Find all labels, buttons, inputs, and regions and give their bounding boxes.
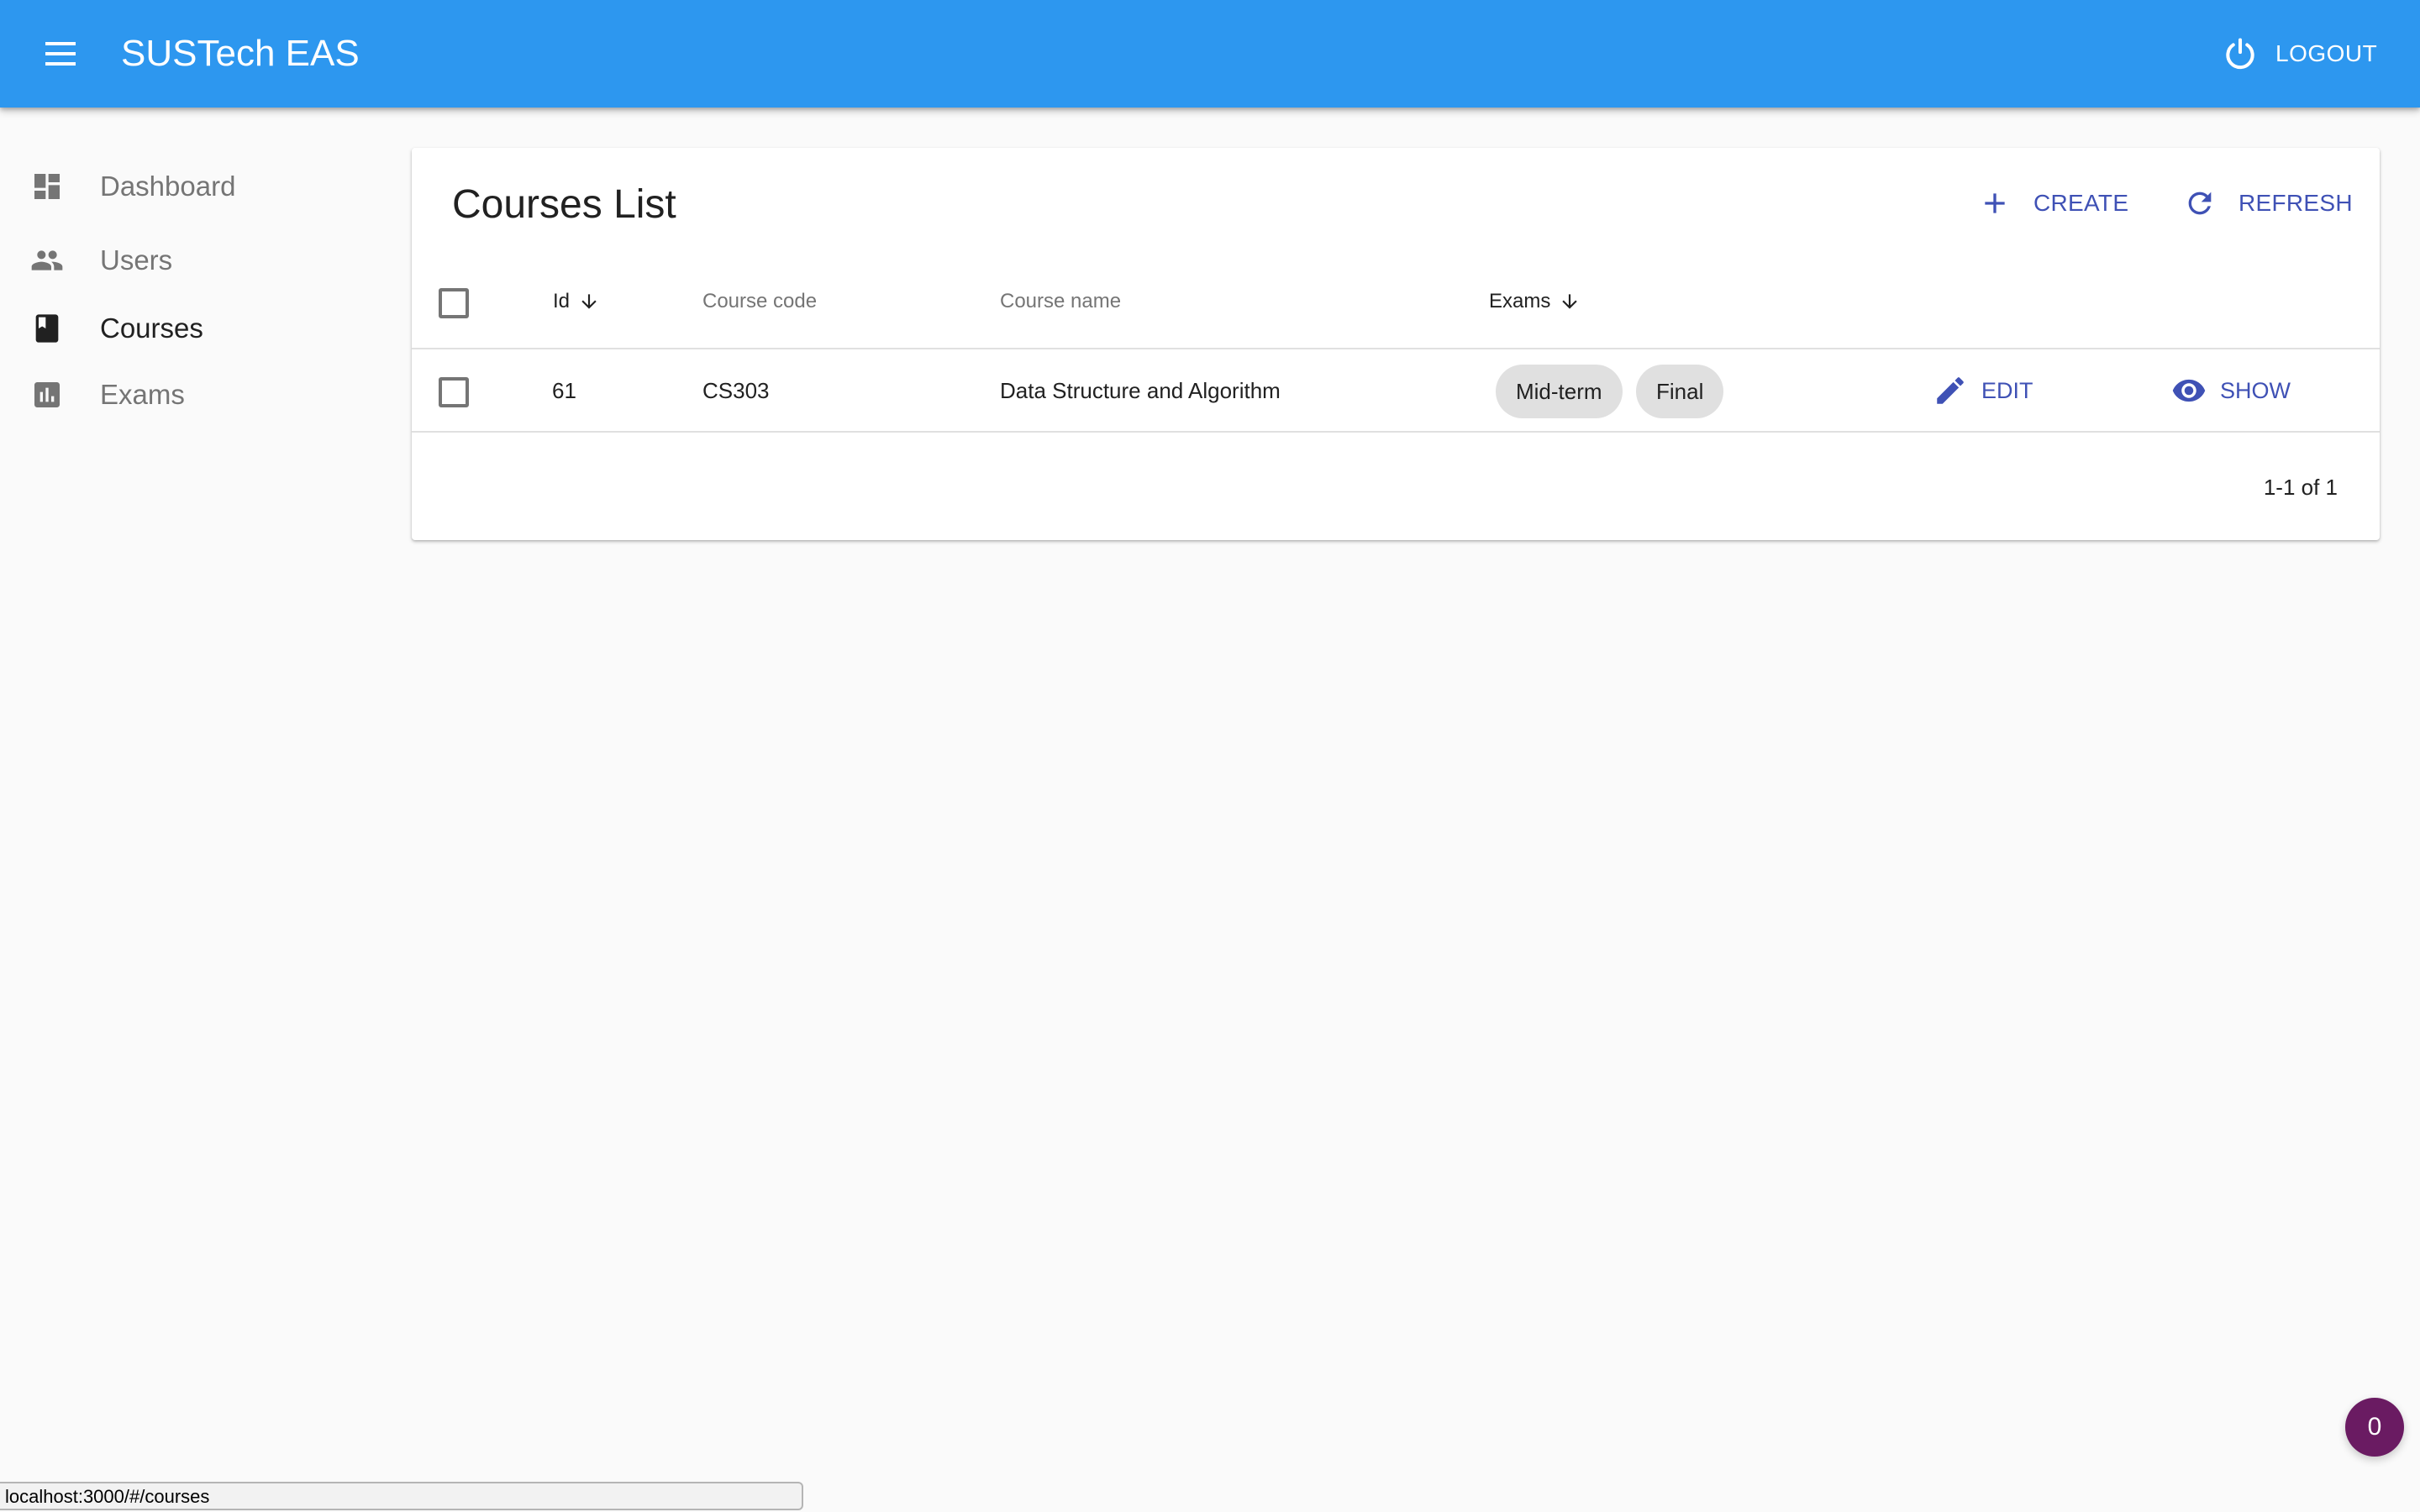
arrow-down-icon bbox=[581, 294, 597, 309]
bar-chart-icon bbox=[34, 382, 60, 407]
row-divider bbox=[412, 431, 2380, 433]
exam-chip[interactable]: Mid-term bbox=[1496, 365, 1623, 418]
edit-button[interactable]: EDIT bbox=[1933, 373, 2033, 408]
status-bar-url: localhost:3000/#/courses bbox=[0, 1482, 803, 1510]
sidebar-item-dashboard[interactable]: Dashboard bbox=[0, 153, 387, 220]
column-header-exams[interactable]: Exams bbox=[1489, 289, 1581, 314]
logout-button[interactable]: LOGOUT bbox=[2210, 27, 2389, 81]
logout-label: LOGOUT bbox=[2275, 40, 2378, 66]
hamburger-icon-line bbox=[45, 52, 76, 55]
sidebar-item-label: Courses bbox=[100, 312, 203, 344]
column-header-label: Exams bbox=[1489, 290, 1551, 312]
eye-icon bbox=[2172, 379, 2206, 402]
hamburger-icon bbox=[45, 42, 76, 45]
cell-course-name: Data Structure and Algorithm bbox=[1000, 378, 1281, 403]
courses-list-card: Courses List CREATE REFRESH Id Course co… bbox=[412, 148, 2380, 540]
menu-button[interactable] bbox=[37, 30, 84, 77]
hamburger-icon-line bbox=[45, 62, 76, 66]
sidebar-item-label: Users bbox=[100, 244, 173, 276]
pencil-icon bbox=[1937, 377, 1964, 404]
cell-course-code: CS303 bbox=[702, 378, 770, 403]
column-header-id[interactable]: Id bbox=[553, 289, 600, 314]
arrow-down-icon bbox=[1562, 294, 1578, 309]
power-icon bbox=[2226, 38, 2254, 70]
refresh-button[interactable]: REFRESH bbox=[2183, 176, 2353, 230]
sidebar-item-label: Dashboard bbox=[100, 171, 236, 202]
show-label: SHOW bbox=[2220, 377, 2291, 403]
sidebar-item-users[interactable]: Users bbox=[0, 227, 387, 294]
page-title: Courses List bbox=[452, 182, 676, 227]
plus-icon bbox=[1985, 193, 2005, 213]
app-bar: SUSTech EAS LOGOUT bbox=[0, 0, 2420, 108]
column-header-course-code: Course code bbox=[702, 290, 818, 312]
app-title: SUSTech EAS bbox=[121, 33, 360, 74]
sidebar-item-courses[interactable]: Courses bbox=[0, 295, 387, 362]
column-header-label: Id bbox=[553, 290, 571, 312]
book-icon bbox=[35, 314, 59, 343]
people-icon bbox=[31, 250, 63, 270]
header-divider bbox=[412, 348, 2380, 349]
exam-chip[interactable]: Final bbox=[1636, 365, 1724, 418]
column-header-course-name: Course name bbox=[1000, 290, 1122, 312]
refresh-icon bbox=[2188, 192, 2212, 215]
refresh-label: REFRESH bbox=[2238, 190, 2353, 216]
create-label: CREATE bbox=[2033, 190, 2129, 216]
sidebar-item-exams[interactable]: Exams bbox=[0, 361, 387, 428]
create-button[interactable]: CREATE bbox=[1978, 176, 2128, 230]
row-checkbox[interactable] bbox=[439, 377, 469, 407]
select-all-checkbox[interactable] bbox=[439, 288, 469, 318]
edit-label: EDIT bbox=[1981, 377, 2033, 403]
pagination-info: 1-1 of 1 bbox=[2263, 475, 2338, 500]
dashboard-icon bbox=[34, 174, 60, 199]
sidebar-item-label: Exams bbox=[100, 379, 185, 410]
notification-badge[interactable]: 0 bbox=[2345, 1398, 2404, 1457]
cell-id: 61 bbox=[552, 378, 576, 403]
show-button[interactable]: SHOW bbox=[2171, 373, 2291, 408]
